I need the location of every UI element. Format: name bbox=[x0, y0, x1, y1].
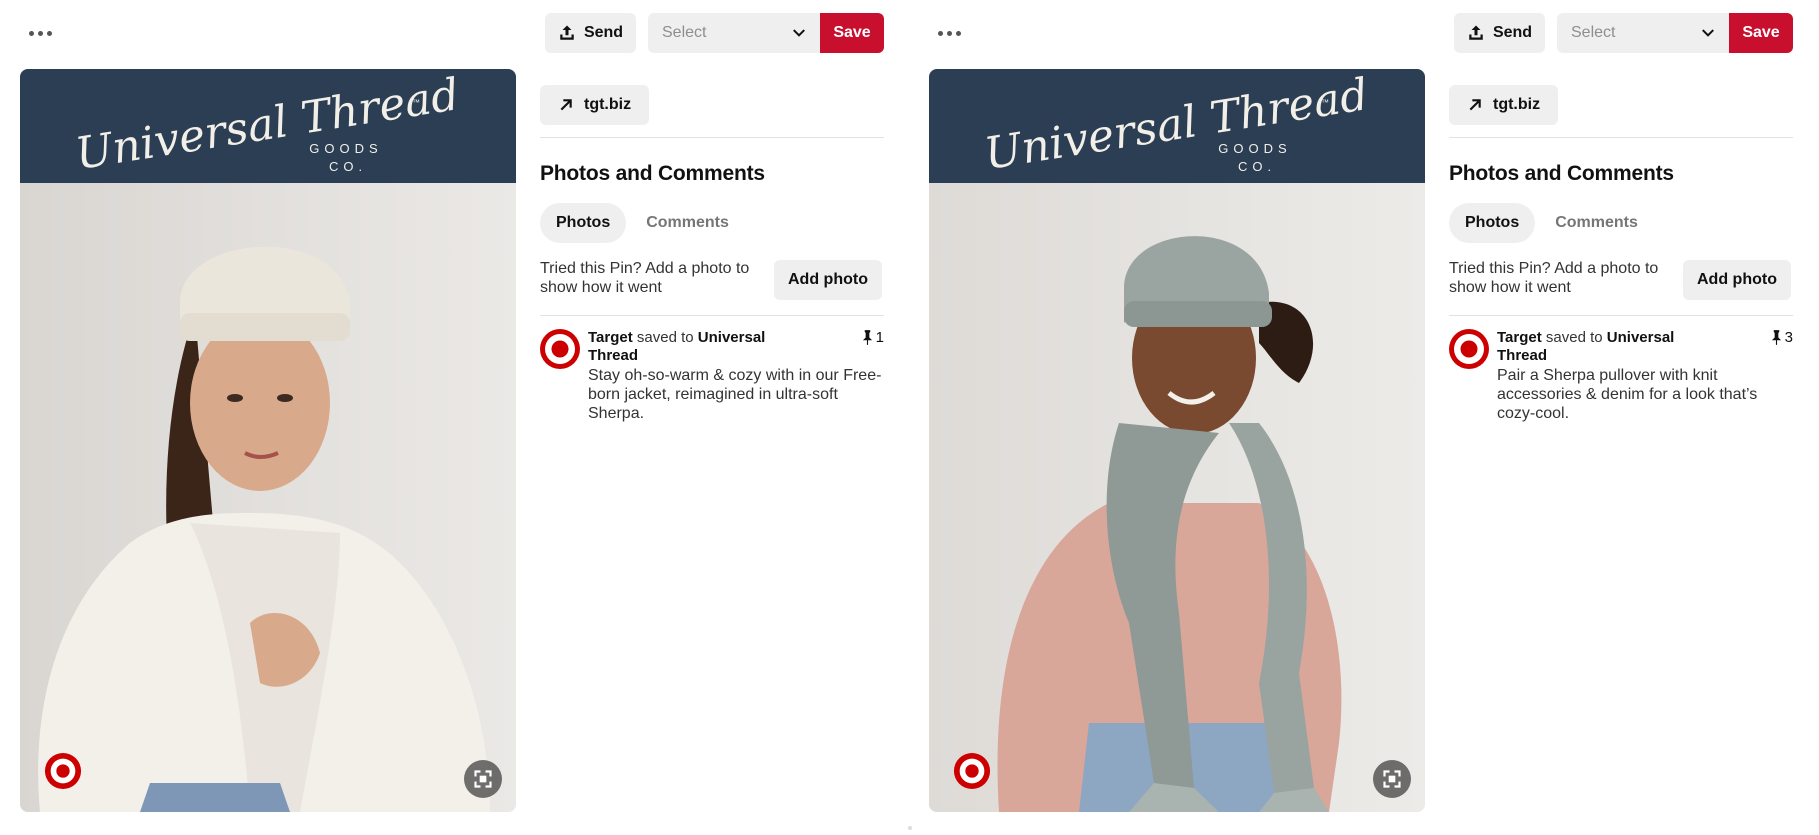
source-link-button[interactable]: tgt.biz bbox=[1449, 85, 1559, 125]
board-select[interactable]: Select bbox=[648, 13, 820, 53]
source-link-button[interactable]: tgt.biz bbox=[540, 85, 650, 125]
save-button[interactable]: Save bbox=[820, 13, 884, 53]
divider-dot bbox=[908, 826, 912, 830]
arrow-up-right-icon bbox=[1469, 99, 1481, 111]
pin-card-2: Send Select Save Universal Thread ™ GOOD… bbox=[909, 0, 1818, 835]
expand-image-button[interactable] bbox=[1373, 760, 1411, 798]
pushpin-icon bbox=[1771, 330, 1781, 345]
more-icon-dot bbox=[946, 30, 952, 36]
tab-photos[interactable]: Photos bbox=[1449, 203, 1536, 243]
save-count-value: 3 bbox=[1784, 329, 1793, 346]
expand-icon bbox=[1383, 770, 1401, 788]
tab-comments[interactable]: Comments bbox=[630, 203, 745, 243]
target-logo-icon bbox=[953, 752, 991, 790]
divider bbox=[540, 137, 884, 138]
target-avatar[interactable] bbox=[1449, 329, 1489, 369]
svg-text:GOODS: GOODS bbox=[1218, 141, 1291, 156]
expand-icon bbox=[474, 770, 492, 788]
board-select-value: Select bbox=[1571, 24, 1616, 41]
activity-description: Pair a Sherpa pullover with knit accesso… bbox=[1497, 367, 1758, 422]
divider bbox=[1449, 315, 1793, 316]
source-domain: tgt.biz bbox=[584, 96, 632, 113]
more-icon bbox=[28, 30, 34, 36]
save-button[interactable]: Save bbox=[1729, 13, 1793, 53]
upload-icon bbox=[1469, 25, 1483, 40]
tried-pin-prompt: Tried this Pin? Add a photo to show how … bbox=[540, 260, 750, 296]
section-title: Photos and Comments bbox=[540, 162, 765, 185]
activity-header: Target saved to Universal Thread bbox=[588, 329, 788, 365]
send-button[interactable]: Send bbox=[1454, 13, 1545, 53]
activity-body: Target saved to Universal Thread Pair a … bbox=[1497, 329, 1793, 423]
svg-text:CO.: CO. bbox=[329, 159, 367, 174]
send-label: Send bbox=[1492, 24, 1533, 41]
pin-card-1: Send Select Save Universal Thread ™ GOOD… bbox=[0, 0, 909, 835]
brand-banner: Universal Thread ™ GOODS CO. bbox=[20, 69, 516, 183]
more-icon-dot bbox=[37, 30, 43, 36]
send-label: Send bbox=[583, 24, 624, 41]
save-count-value: 1 bbox=[875, 329, 884, 346]
send-button[interactable]: Send bbox=[545, 13, 636, 53]
svg-text:Universal Thread: Universal Thread bbox=[981, 69, 1372, 180]
more-icon-dot bbox=[46, 30, 52, 36]
chevron-down-icon bbox=[793, 29, 805, 37]
expand-image-button[interactable] bbox=[464, 760, 502, 798]
photos-comments-tabs: Photos Comments bbox=[1449, 203, 1654, 243]
target-avatar[interactable] bbox=[540, 329, 580, 369]
activity-header: Target saved to Universal Thread bbox=[1497, 329, 1697, 365]
activity-user[interactable]: Target bbox=[588, 329, 633, 346]
product-photo bbox=[20, 183, 516, 812]
pin-image[interactable]: Universal Thread ™ GOODS CO. bbox=[929, 69, 1425, 812]
product-photo bbox=[929, 183, 1425, 812]
svg-text:CO.: CO. bbox=[1238, 159, 1276, 174]
activity-verb: saved to bbox=[636, 329, 694, 346]
activity-body: Target saved to Universal Thread Stay oh… bbox=[588, 329, 884, 423]
source-domain: tgt.biz bbox=[1493, 96, 1541, 113]
save-count: 1 bbox=[862, 329, 884, 346]
more-options-button[interactable] bbox=[24, 21, 56, 45]
tried-pin-prompt: Tried this Pin? Add a photo to show how … bbox=[1449, 260, 1659, 296]
more-options-button[interactable] bbox=[933, 21, 965, 45]
add-photo-button[interactable]: Add photo bbox=[1683, 260, 1791, 300]
save-count: 3 bbox=[1771, 329, 1793, 346]
activity-user[interactable]: Target bbox=[1497, 329, 1542, 346]
add-photo-button[interactable]: Add photo bbox=[774, 260, 882, 300]
svg-text:Universal Thread: Universal Thread bbox=[72, 69, 463, 180]
section-title: Photos and Comments bbox=[1449, 162, 1674, 185]
upload-icon bbox=[560, 25, 574, 40]
divider bbox=[540, 315, 884, 316]
chevron-down-icon bbox=[1702, 29, 1714, 37]
brand-banner: Universal Thread ™ GOODS CO. bbox=[929, 69, 1425, 183]
pin-image[interactable]: Universal Thread ™ GOODS CO. bbox=[20, 69, 516, 812]
universal-thread-logo: Universal Thread ™ GOODS CO. bbox=[72, 69, 463, 180]
svg-text:GOODS: GOODS bbox=[309, 141, 382, 156]
target-logo-icon bbox=[44, 752, 82, 790]
arrow-up-right-icon bbox=[560, 99, 572, 111]
activity-verb: saved to bbox=[1545, 329, 1603, 346]
board-select-value: Select bbox=[662, 24, 707, 41]
more-icon-dot bbox=[955, 30, 961, 36]
divider bbox=[1449, 137, 1793, 138]
svg-text:™: ™ bbox=[1321, 98, 1329, 107]
universal-thread-logo: Universal Thread ™ GOODS CO. bbox=[981, 69, 1372, 180]
activity-description: Stay oh-so-warm & cozy with in our Free-… bbox=[588, 367, 882, 422]
svg-text:™: ™ bbox=[412, 98, 420, 107]
tab-comments[interactable]: Comments bbox=[1539, 203, 1654, 243]
more-icon bbox=[937, 30, 943, 36]
tab-photos[interactable]: Photos bbox=[540, 203, 627, 243]
board-select[interactable]: Select bbox=[1557, 13, 1729, 53]
pushpin-icon bbox=[862, 330, 872, 345]
photos-comments-tabs: Photos Comments bbox=[540, 203, 745, 243]
